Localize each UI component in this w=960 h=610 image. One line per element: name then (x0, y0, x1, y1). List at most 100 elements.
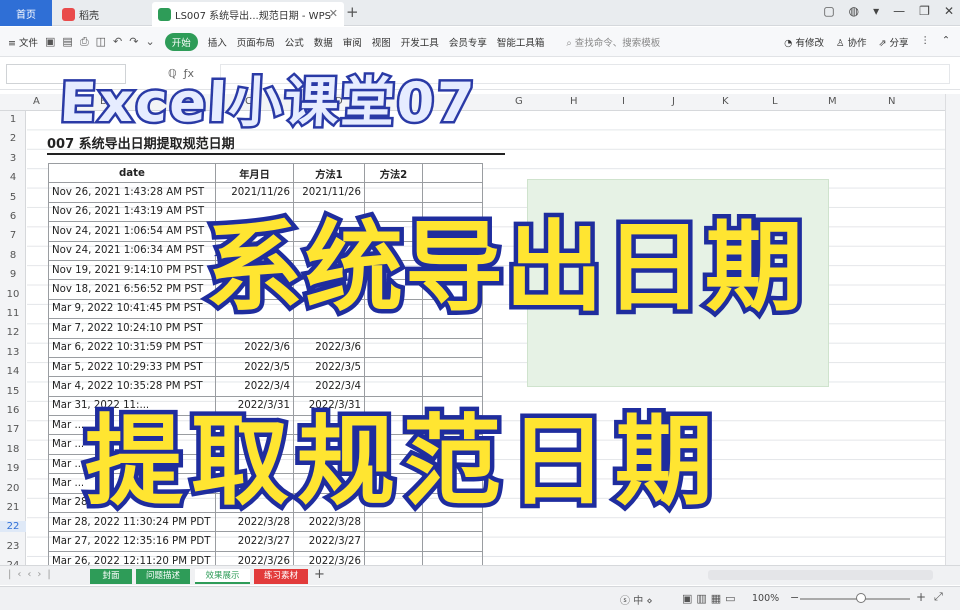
redo-icon[interactable]: ↷ (129, 35, 138, 48)
preview-icon[interactable]: ◫ (96, 35, 106, 48)
table-cell[interactable]: Nov 19, 2021 9:14:10 PM PST (48, 259, 216, 281)
table-cell[interactable]: 2022/3/26 (215, 550, 294, 565)
more-options-icon[interactable]: ⋮ (921, 35, 931, 49)
table-cell[interactable] (422, 531, 483, 552)
collapse-ribbon-icon[interactable]: ⌃ (942, 35, 950, 49)
row-header[interactable]: 8 (0, 250, 26, 261)
tab-document[interactable]: LS007 系统导出...规范日期 - WPS ✕ (152, 2, 344, 26)
row-header[interactable]: 15 (0, 386, 26, 397)
table-cell[interactable]: Nov 24, 2021 1:06:34 AM PST (48, 240, 216, 261)
row-header[interactable]: 19 (0, 463, 26, 474)
ribbon-tab-insert[interactable]: 插入 (208, 35, 227, 49)
row-header[interactable]: 11 (0, 308, 26, 319)
row-header[interactable]: 3 (0, 153, 26, 164)
export-icon[interactable]: ▤ (62, 35, 72, 48)
minimize-icon[interactable]: — (893, 4, 905, 18)
ribbon-tab-view[interactable]: 视图 (372, 35, 391, 49)
row-header[interactable]: 7 (0, 230, 26, 241)
row-header[interactable]: 23 (0, 541, 26, 552)
table-cell[interactable]: Nov 24, 2021 1:06:54 AM PST (48, 221, 216, 242)
row-header[interactable]: 12 (0, 327, 26, 338)
quick-access-more-icon[interactable]: ⌄ (145, 35, 154, 48)
table-cell[interactable]: 2022/3/27 (215, 531, 294, 552)
horizontal-scrollbar[interactable] (708, 570, 933, 580)
view-mode-icons[interactable]: ▣▥▦▭ (682, 592, 740, 605)
ribbon-tab-review[interactable]: 审阅 (343, 35, 362, 49)
restore-panel-icon[interactable]: ▢ (823, 4, 834, 18)
row-header[interactable]: 21 (0, 502, 26, 513)
column-header[interactable]: N (888, 96, 895, 107)
table-cell[interactable]: Mar 6, 2022 10:31:59 PM PST (48, 337, 216, 358)
row-header[interactable]: 14 (0, 366, 26, 377)
tab-docer[interactable]: 稻壳 (56, 2, 144, 26)
table-cell[interactable] (364, 337, 423, 358)
table-cell[interactable]: Mar 9, 2022 10:41:45 PM PST (48, 298, 216, 320)
sheet-tab-cover[interactable]: 封面 (90, 569, 132, 584)
row-header[interactable]: 20 (0, 483, 26, 494)
input-mode-indicator[interactable]: ⓢ 中 ⋄ (620, 592, 653, 607)
vertical-scrollbar[interactable] (945, 94, 960, 565)
table-header-ymd[interactable]: 年月日 (215, 162, 294, 184)
table-cell[interactable] (422, 337, 483, 358)
column-header[interactable]: H (570, 96, 578, 107)
file-menu-button[interactable]: ≡ 文件 (8, 35, 38, 49)
modified-button[interactable]: ◔ 有修改 (784, 35, 824, 49)
zoom-slider[interactable] (800, 598, 910, 600)
tab-home[interactable]: 首页 (0, 0, 52, 26)
ribbon-tab-member[interactable]: 会员专享 (449, 35, 487, 49)
column-header[interactable]: G (515, 96, 523, 107)
skin-icon[interactable]: ▾ (873, 4, 879, 18)
row-header[interactable]: 13 (0, 347, 26, 358)
table-header-method1[interactable]: 方法1 (293, 162, 365, 184)
collaborate-button[interactable]: ♙ 协作 (836, 35, 867, 49)
row-header[interactable]: 18 (0, 444, 26, 455)
table-cell[interactable]: 2022/3/26 (293, 550, 365, 565)
save-icon[interactable]: ▣ (45, 35, 55, 48)
column-header[interactable]: L (772, 96, 778, 107)
column-header[interactable]: K (722, 96, 729, 107)
table-cell[interactable] (422, 356, 483, 378)
command-search-input[interactable]: ⌕ 查找命令、搜索模板 (566, 35, 660, 49)
table-cell[interactable] (364, 356, 423, 378)
row-header[interactable]: 5 (0, 192, 26, 203)
row-header[interactable]: 4 (0, 172, 26, 183)
row-header[interactable]: 17 (0, 424, 26, 435)
table-header-method2[interactable]: 方法2 (364, 162, 423, 184)
table-cell[interactable]: Mar 26, 2022 12:11:20 PM PDT (48, 550, 216, 565)
table-cell[interactable]: 2022/3/5 (215, 356, 294, 378)
sheet-nav-arrows-icon[interactable]: |‹‹›| (8, 569, 57, 580)
add-sheet-icon[interactable]: + (314, 567, 325, 582)
sheet-tab-result[interactable]: 效果展示 (195, 569, 250, 584)
column-header[interactable]: M (828, 96, 837, 107)
maximize-icon[interactable]: ❐ (919, 4, 930, 18)
zoom-slider-handle[interactable] (856, 593, 866, 603)
row-header[interactable]: 1 (0, 114, 26, 125)
column-header[interactable]: J (672, 96, 675, 107)
table-cell[interactable]: 2022/3/5 (293, 356, 365, 378)
table-cell[interactable]: 2022/3/27 (293, 531, 365, 552)
table-cell[interactable]: 2022/3/6 (293, 337, 365, 358)
close-window-icon[interactable]: ✕ (944, 4, 954, 18)
share-button[interactable]: ⇗ 分享 (879, 35, 909, 49)
table-header-date[interactable]: date (48, 162, 216, 184)
ribbon-tab-page-layout[interactable]: 页面布局 (237, 35, 275, 49)
column-header[interactable]: A (33, 96, 40, 107)
table-cell[interactable] (364, 531, 423, 552)
zoom-in-icon[interactable]: + (916, 590, 926, 604)
zoom-level[interactable]: 100% (752, 593, 779, 604)
zoom-out-icon[interactable]: − (790, 591, 799, 604)
table-cell[interactable]: Mar 5, 2022 10:29:33 PM PST (48, 356, 216, 378)
new-tab-icon[interactable]: + (346, 3, 359, 21)
ribbon-tab-formulas[interactable]: 公式 (285, 35, 304, 49)
table-cell[interactable]: Mar 7, 2022 10:24:10 PM PST (48, 318, 216, 339)
table-cell[interactable]: Nov 26, 2021 1:43:28 AM PST (48, 182, 216, 203)
ribbon-tab-smart-tools[interactable]: 智能工具箱 (497, 35, 545, 49)
table-header-empty[interactable] (422, 162, 483, 184)
sheet-tab-problem[interactable]: 问题描述 (136, 569, 190, 584)
table-cell[interactable]: 2022/3/6 (215, 337, 294, 358)
print-icon[interactable]: ⎙ (80, 35, 89, 49)
table-cell[interactable] (422, 550, 483, 565)
row-header[interactable]: 6 (0, 211, 26, 222)
table-cell[interactable]: Nov 26, 2021 1:43:19 AM PST (48, 201, 216, 223)
column-header[interactable]: I (622, 96, 625, 107)
